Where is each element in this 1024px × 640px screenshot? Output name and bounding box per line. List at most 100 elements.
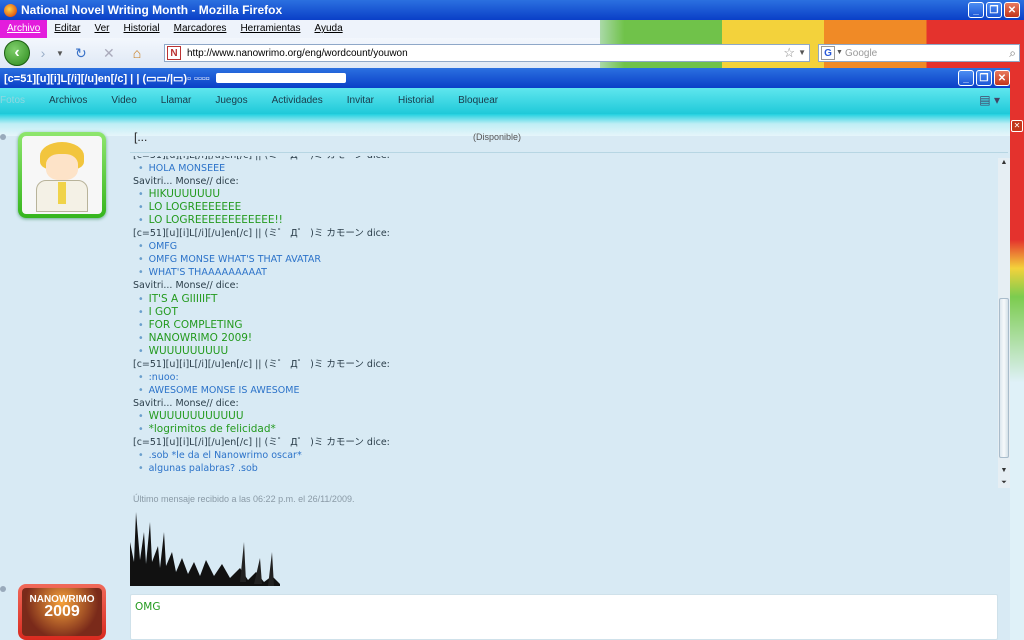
chat-scrollbar[interactable]: ▲ ▼ ⏷ xyxy=(998,158,1010,488)
chat-message: • IT'S A GIIIIIFT xyxy=(133,293,997,306)
chat-message: • LO LOGREEEEEEE xyxy=(133,201,997,214)
chat-message: • AWESOME MONSE IS AWESOME xyxy=(133,384,997,397)
message-text: LO LOGREEEEEEE xyxy=(148,201,242,214)
restore-icon[interactable]: ❐ xyxy=(976,70,992,86)
home-icon[interactable]: ⌂ xyxy=(126,42,148,64)
contact-avatar[interactable] xyxy=(18,132,106,218)
avatar-tie xyxy=(58,182,66,204)
menu-ayuda[interactable]: Ayuda xyxy=(307,20,349,38)
bullet-icon: • xyxy=(138,202,144,214)
bullet-icon: • xyxy=(138,293,144,305)
scroll-down-icon[interactable]: ▼ xyxy=(998,466,1010,476)
close-icon[interactable]: ✕ xyxy=(1004,2,1020,18)
bullet-icon: • xyxy=(138,241,144,253)
menu-marcadores[interactable]: Marcadores xyxy=(167,20,234,38)
messenger-window-controls: _ ❐ ✕ xyxy=(958,70,1010,86)
toolbar-historial[interactable]: Historial xyxy=(386,88,446,114)
search-bar[interactable]: G ▼ Google ⌕ xyxy=(818,44,1020,62)
forward-button[interactable]: › xyxy=(32,42,54,64)
message-text: *logrimitos de felicidad* xyxy=(148,422,276,435)
toolbar-llamar[interactable]: Llamar xyxy=(149,88,204,114)
back-button[interactable]: ‹ xyxy=(4,40,30,66)
desktop-edge-strip xyxy=(1010,68,1024,640)
bookmark-star-icon[interactable]: ☆ xyxy=(783,45,795,61)
bullet-icon: • xyxy=(138,410,144,422)
search-engine-icon[interactable]: G xyxy=(821,46,835,60)
minimize-icon[interactable]: _ xyxy=(958,70,974,86)
toolbar-actividades[interactable]: Actividades xyxy=(260,88,335,114)
scroll-end-icon[interactable]: ⏷ xyxy=(998,478,1010,488)
bullet-icon: • xyxy=(138,463,144,475)
stop-icon[interactable]: ✕ xyxy=(98,42,120,64)
messenger-window: [c=51][u][i]L[/i][/u]en[/c] | | (▭▭/|▭)▫… xyxy=(0,68,1010,640)
search-placeholder[interactable]: Google xyxy=(845,48,877,59)
url-bar[interactable]: N http://www.nanowrimo.org/eng/wordcount… xyxy=(164,44,810,62)
close-icon[interactable]: ✕ xyxy=(994,70,1010,86)
toolbar-invitar[interactable]: Invitar xyxy=(335,88,386,114)
minimize-icon[interactable]: _ xyxy=(968,2,984,18)
chat-log: [c=51][u][i]L[/i][/u]en[/c] || (ミ゜ Д゜ )ミ… xyxy=(130,156,997,496)
bullet-icon: • xyxy=(138,267,144,279)
bullet-icon: • xyxy=(138,215,144,227)
options-menu-icon[interactable]: ▤ ▾ xyxy=(979,93,1000,107)
search-engine-dropdown-icon[interactable]: ▼ xyxy=(836,49,843,56)
user-avatar[interactable]: NANOWRIMO 2009 xyxy=(18,584,106,640)
bullet-icon: • xyxy=(138,345,144,357)
chat-message: • .sob *le da el Nanowrimo oscar* xyxy=(133,449,997,462)
url-dropdown-icon[interactable]: ▼ xyxy=(798,48,806,57)
toolbar-fotos[interactable]: Fotos xyxy=(0,88,37,114)
bullet-icon: • xyxy=(138,319,144,331)
header-divider xyxy=(130,152,1008,153)
message-text: .sob *le da el Nanowrimo oscar* xyxy=(148,450,302,462)
search-icon[interactable]: ⌕ xyxy=(1009,46,1016,61)
scrollbar-thumb[interactable] xyxy=(999,298,1009,458)
menu-ver[interactable]: Ver xyxy=(87,20,116,38)
bullet-icon: • xyxy=(138,371,144,383)
avatar-face xyxy=(46,154,78,180)
message-text: OMFG xyxy=(148,241,178,253)
chat-message: • algunas palabras? .sob xyxy=(133,462,997,475)
badge-year: 2009 xyxy=(44,603,80,620)
sender-text: [c=51][u][i]L[/i][/u]en[/c] || (ミ゜ Д゜ )ミ… xyxy=(133,358,390,370)
bullet-icon: • xyxy=(138,450,144,462)
chat-message: • :nuoo: xyxy=(133,371,997,384)
message-text: algunas palabras? .sob xyxy=(148,463,258,475)
toolbar-bloquear[interactable]: Bloquear xyxy=(446,88,510,114)
chat-message: • FOR COMPLETING xyxy=(133,319,997,332)
history-dropdown-icon[interactable]: ▼ xyxy=(56,49,64,58)
message-text: HOLA MONSEEE xyxy=(148,163,226,175)
message-input[interactable]: OMG xyxy=(130,594,998,640)
chat-message: • I GOT xyxy=(133,306,997,319)
restore-icon[interactable]: ❐ xyxy=(986,2,1002,18)
toolbar-juegos[interactable]: Juegos xyxy=(203,88,259,114)
close-icon[interactable]: ✕ xyxy=(1011,120,1023,132)
message-text: OMFG MONSE WHAT'S THAT AVATAR xyxy=(148,254,321,266)
message-text: :nuoo: xyxy=(148,371,179,383)
menu-herramientas[interactable]: Herramientas xyxy=(233,20,307,38)
url-text[interactable]: http://www.nanowrimo.org/eng/wordcount/y… xyxy=(187,48,408,59)
side-indicator-icon xyxy=(0,134,6,140)
toolbar-video[interactable]: Video xyxy=(99,88,148,114)
sender-text: [c=51][u][i]L[/i][/u]en[/c] || (ミ゜ Д゜ )ミ… xyxy=(133,228,390,240)
sender-text: [c=51][u][i]L[/i][/u]en[/c] || (ミ゜ Д゜ )ミ… xyxy=(133,156,390,161)
scroll-up-icon[interactable]: ▲ xyxy=(998,158,1010,168)
browser-menu-bar: Archivo Editar Ver Historial Marcadores … xyxy=(0,20,600,38)
nanowrimo-badge-image: NANOWRIMO 2009 xyxy=(22,588,102,636)
message-text: AWESOME MONSE IS AWESOME xyxy=(148,384,300,396)
bullet-icon: • xyxy=(138,254,144,266)
messenger-title-bar: [c=51][u][i]L[/i][/u]en[/c] | | (▭▭/|▭)▫… xyxy=(0,68,1010,88)
reload-icon[interactable]: ↻ xyxy=(70,42,92,64)
chat-message: • OMFG xyxy=(133,240,997,253)
menu-editar[interactable]: Editar xyxy=(47,20,87,38)
bullet-icon: • xyxy=(138,332,144,344)
message-text: WUUUUUUUUU xyxy=(148,344,229,357)
grass-silhouette-image xyxy=(130,512,280,586)
menu-historial[interactable]: Historial xyxy=(117,20,167,38)
bullet-icon: • xyxy=(138,163,144,175)
menu-archivo[interactable]: Archivo xyxy=(0,20,48,38)
messenger-title: [c=51][u][i]L[/i][/u]en[/c] | | (▭▭/|▭)▫… xyxy=(4,72,210,85)
chat-sender-line: [c=51][u][i]L[/i][/u]en[/c] || (ミ゜ Д゜ )ミ… xyxy=(133,436,997,449)
toolbar-archivos[interactable]: Archivos xyxy=(37,88,99,114)
firefox-logo-icon xyxy=(4,3,17,17)
message-text: IT'S A GIIIIIFT xyxy=(148,292,218,305)
